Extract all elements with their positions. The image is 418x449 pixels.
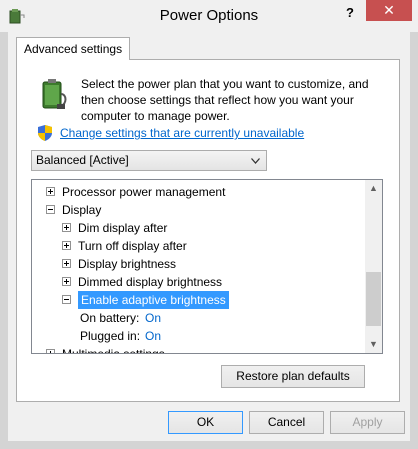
expand-icon[interactable] [46, 349, 55, 353]
uac-shield-icon [38, 125, 52, 141]
expand-icon[interactable] [62, 223, 71, 232]
tree-item-label: Display [62, 203, 102, 217]
scroll-down-button[interactable]: ▼ [365, 336, 382, 353]
expand-icon[interactable] [62, 241, 71, 250]
intro-text: Select the power plan that you want to c… [81, 77, 369, 123]
tab-panel: Select the power plan that you want to c… [16, 59, 400, 402]
collapse-icon[interactable] [62, 295, 71, 304]
tree-item-label: Enable adaptive brightness [78, 291, 229, 309]
battery-plug-icon [42, 79, 67, 109]
settings-tree[interactable]: Processor power management Display Dim dis… [31, 179, 383, 354]
ok-button[interactable]: OK [168, 411, 243, 434]
tree-item-label: Turn off display after [78, 239, 187, 253]
tab-advanced-settings[interactable]: Advanced settings [16, 37, 131, 60]
chevron-down-icon [251, 158, 260, 164]
scroll-up-button[interactable]: ▲ [365, 180, 382, 197]
tree-item-label: Plugged in: [80, 329, 141, 343]
tree-item-label: On battery: [80, 311, 140, 325]
scroll-thumb[interactable] [366, 272, 381, 326]
power-options-window: Power Options ? ✕ Advanced settings Sele… [0, 0, 418, 449]
collapse-icon[interactable] [46, 205, 55, 214]
change-settings-link[interactable]: Change settings that are currently unava… [60, 126, 304, 140]
power-plan-dropdown[interactable]: Balanced [Active] [31, 150, 267, 171]
restore-plan-defaults-button[interactable]: Restore plan defaults [221, 365, 365, 388]
cancel-button[interactable]: Cancel [249, 411, 324, 434]
dialog-body: Advanced settings Select the power plan … [8, 31, 410, 441]
vertical-scrollbar[interactable]: ▲ ▼ [365, 180, 382, 353]
tree-item-label: Processor power management [62, 185, 226, 199]
expand-icon[interactable] [62, 259, 71, 268]
tree-item-label: Dim display after [78, 221, 168, 235]
close-button[interactable]: ✕ [366, 0, 412, 21]
power-plan-selected: Balanced [Active] [36, 153, 129, 167]
expand-icon[interactable] [46, 187, 55, 196]
help-button[interactable]: ? [340, 3, 360, 23]
apply-button[interactable]: Apply [330, 411, 405, 434]
tree-item-label: Dimmed display brightness [78, 275, 223, 289]
tree-item-label: Multimedia settings [62, 347, 165, 354]
tree-item-value[interactable]: On [145, 327, 161, 345]
expand-icon[interactable] [62, 277, 71, 286]
tree-item-label: Display brightness [78, 257, 177, 271]
tree-item-value[interactable]: On [145, 309, 161, 327]
title-bar[interactable]: Power Options ? ✕ [0, 0, 418, 32]
